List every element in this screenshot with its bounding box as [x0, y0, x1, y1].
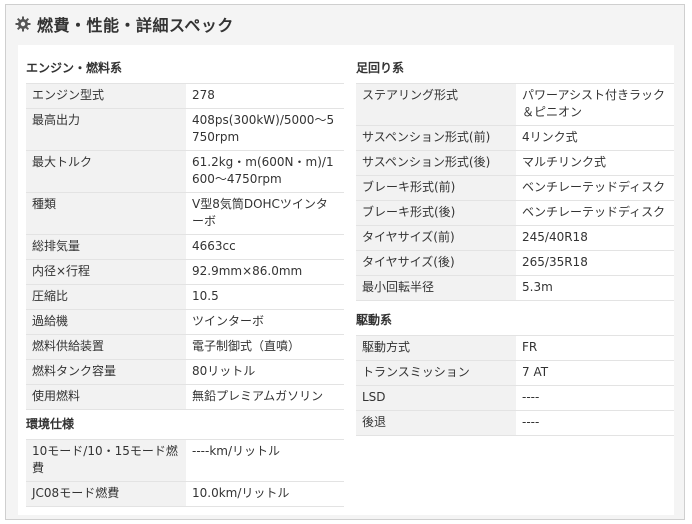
- suspension-spec-table: ステアリング形式 パワーアシスト付きラック＆ピニオン サスペンション形式(前) 4リン…: [356, 83, 674, 301]
- spec-value: 265/35R18: [516, 250, 674, 276]
- spec-content: エンジン・燃料系 エンジン型式 278 最高出力 408ps(300kW)/5000〜…: [18, 45, 674, 515]
- table-row: 使用燃料 無鉛プレミアムガソリン: [26, 384, 344, 410]
- spec-label: 最大トルク: [26, 150, 186, 193]
- spec-label: サスペンション形式(前): [356, 125, 516, 151]
- spec-value: 61.2kg・m(600N・m)/1600〜4750rpm: [186, 150, 344, 193]
- spec-label: トランスミッション: [356, 360, 516, 386]
- table-row: 最大トルク 61.2kg・m(600N・m)/1600〜4750rpm: [26, 150, 344, 193]
- spec-label: JC08モード燃費: [26, 481, 186, 507]
- table-row: 最小回転半径 5.3m: [356, 275, 674, 301]
- spec-value: 408ps(300kW)/5000〜5750rpm: [186, 108, 344, 151]
- spec-label: 燃料供給装置: [26, 334, 186, 360]
- table-row: タイヤサイズ(前) 245/40R18: [356, 225, 674, 251]
- spec-value: ツインターボ: [186, 309, 344, 335]
- spec-label: ブレーキ形式(前): [356, 175, 516, 201]
- spec-label: タイヤサイズ(後): [356, 250, 516, 276]
- spec-value: ベンチレーテッドディスク: [516, 175, 674, 201]
- table-row: 燃料供給装置 電子制御式（直噴）: [26, 334, 344, 360]
- spec-label: 過給機: [26, 309, 186, 335]
- spec-value: 4リンク式: [516, 125, 674, 151]
- drive-spec-table: 駆動方式 FR トランスミッション 7 AT LSD ---- 後退 ----: [356, 335, 674, 436]
- table-row: JC08モード燃費 10.0km/リットル: [26, 481, 344, 507]
- spec-label: LSD: [356, 385, 516, 411]
- spec-value: パワーアシスト付きラック＆ピニオン: [516, 83, 674, 126]
- spec-label: 最高出力: [26, 108, 186, 151]
- table-row: ブレーキ形式(後) ベンチレーテッドディスク: [356, 200, 674, 226]
- environment-spec-table: 10モード/10・15モード燃費 ----km/リットル JC08モード燃費 10.0…: [26, 439, 344, 507]
- section-title-drive: 駆動系: [356, 313, 393, 327]
- spec-value: 10.5: [186, 284, 344, 310]
- page-title: 燃費・性能・詳細スペック: [37, 16, 234, 35]
- engine-spec-table: エンジン型式 278 最高出力 408ps(300kW)/5000〜5750rpm 最大…: [26, 83, 344, 410]
- table-row: タイヤサイズ(後) 265/35R18: [356, 250, 674, 276]
- spec-label: 後退: [356, 410, 516, 436]
- spec-value: 無鉛プレミアムガソリン: [186, 384, 344, 410]
- table-row: 燃料タンク容量 80リットル: [26, 359, 344, 385]
- spec-label: 使用燃料: [26, 384, 186, 410]
- table-row: ブレーキ形式(前) ベンチレーテッドディスク: [356, 175, 674, 201]
- spec-value: ベンチレーテッドディスク: [516, 200, 674, 226]
- spec-label: 燃料タンク容量: [26, 359, 186, 385]
- spec-label: サスペンション形式(後): [356, 150, 516, 176]
- spec-label: エンジン型式: [26, 83, 186, 109]
- spec-value: 4663cc: [186, 234, 344, 260]
- table-row: 最高出力 408ps(300kW)/5000〜5750rpm: [26, 108, 344, 151]
- table-row: 圧縮比 10.5: [26, 284, 344, 310]
- table-row: 種類 V型8気筒DOHCツインターボ: [26, 192, 344, 235]
- spec-label: ブレーキ形式(後): [356, 200, 516, 226]
- table-row: ステアリング形式 パワーアシスト付きラック＆ピニオン: [356, 83, 674, 126]
- spec-label: 最小回転半径: [356, 275, 516, 301]
- spec-value: FR: [516, 335, 674, 361]
- spec-value: V型8気筒DOHCツインターボ: [186, 192, 344, 235]
- gear-icon: [15, 16, 31, 32]
- table-row: トランスミッション 7 AT: [356, 360, 674, 386]
- table-row: 総排気量 4663cc: [26, 234, 344, 260]
- spec-value: ----: [516, 410, 674, 436]
- spec-value: 7 AT: [516, 360, 674, 386]
- spec-label: 駆動方式: [356, 335, 516, 361]
- table-row: サスペンション形式(前) 4リンク式: [356, 125, 674, 151]
- spec-value: 80リットル: [186, 359, 344, 385]
- spec-label: 10モード/10・15モード燃費: [26, 439, 186, 482]
- spec-label: 圧縮比: [26, 284, 186, 310]
- spec-value: 92.9mm×86.0mm: [186, 259, 344, 285]
- spec-value: 245/40R18: [516, 225, 674, 251]
- table-row: 駆動方式 FR: [356, 335, 674, 361]
- panel-header: 燃費・性能・詳細スペック: [6, 5, 684, 43]
- spec-label: ステアリング形式: [356, 83, 516, 126]
- spec-value: ----: [516, 385, 674, 411]
- spec-value: マルチリンク式: [516, 150, 674, 176]
- section-title-suspension: 足回り系: [356, 61, 405, 75]
- spec-label: 種類: [26, 192, 186, 235]
- table-row: LSD ----: [356, 385, 674, 411]
- table-row: エンジン型式 278: [26, 83, 344, 109]
- spec-label: 内径×行程: [26, 259, 186, 285]
- spec-value: 電子制御式（直噴）: [186, 334, 344, 360]
- table-row: サスペンション形式(後) マルチリンク式: [356, 150, 674, 176]
- section-title-engine: エンジン・燃料系: [26, 61, 123, 75]
- spec-value: 5.3m: [516, 275, 674, 301]
- spec-value: ----km/リットル: [186, 439, 344, 482]
- table-row: 過給機 ツインターボ: [26, 309, 344, 335]
- spec-label: 総排気量: [26, 234, 186, 260]
- spec-panel: 燃費・性能・詳細スペック エンジン・燃料系 エンジン型式 278 最高出力 408ps…: [5, 4, 685, 520]
- table-row: 内径×行程 92.9mm×86.0mm: [26, 259, 344, 285]
- spec-label: タイヤサイズ(前): [356, 225, 516, 251]
- table-row: 後退 ----: [356, 410, 674, 436]
- table-row: 10モード/10・15モード燃費 ----km/リットル: [26, 439, 344, 482]
- spec-value: 278: [186, 83, 344, 109]
- spec-value: 10.0km/リットル: [186, 481, 344, 507]
- section-title-environment: 環境仕様: [26, 417, 75, 431]
